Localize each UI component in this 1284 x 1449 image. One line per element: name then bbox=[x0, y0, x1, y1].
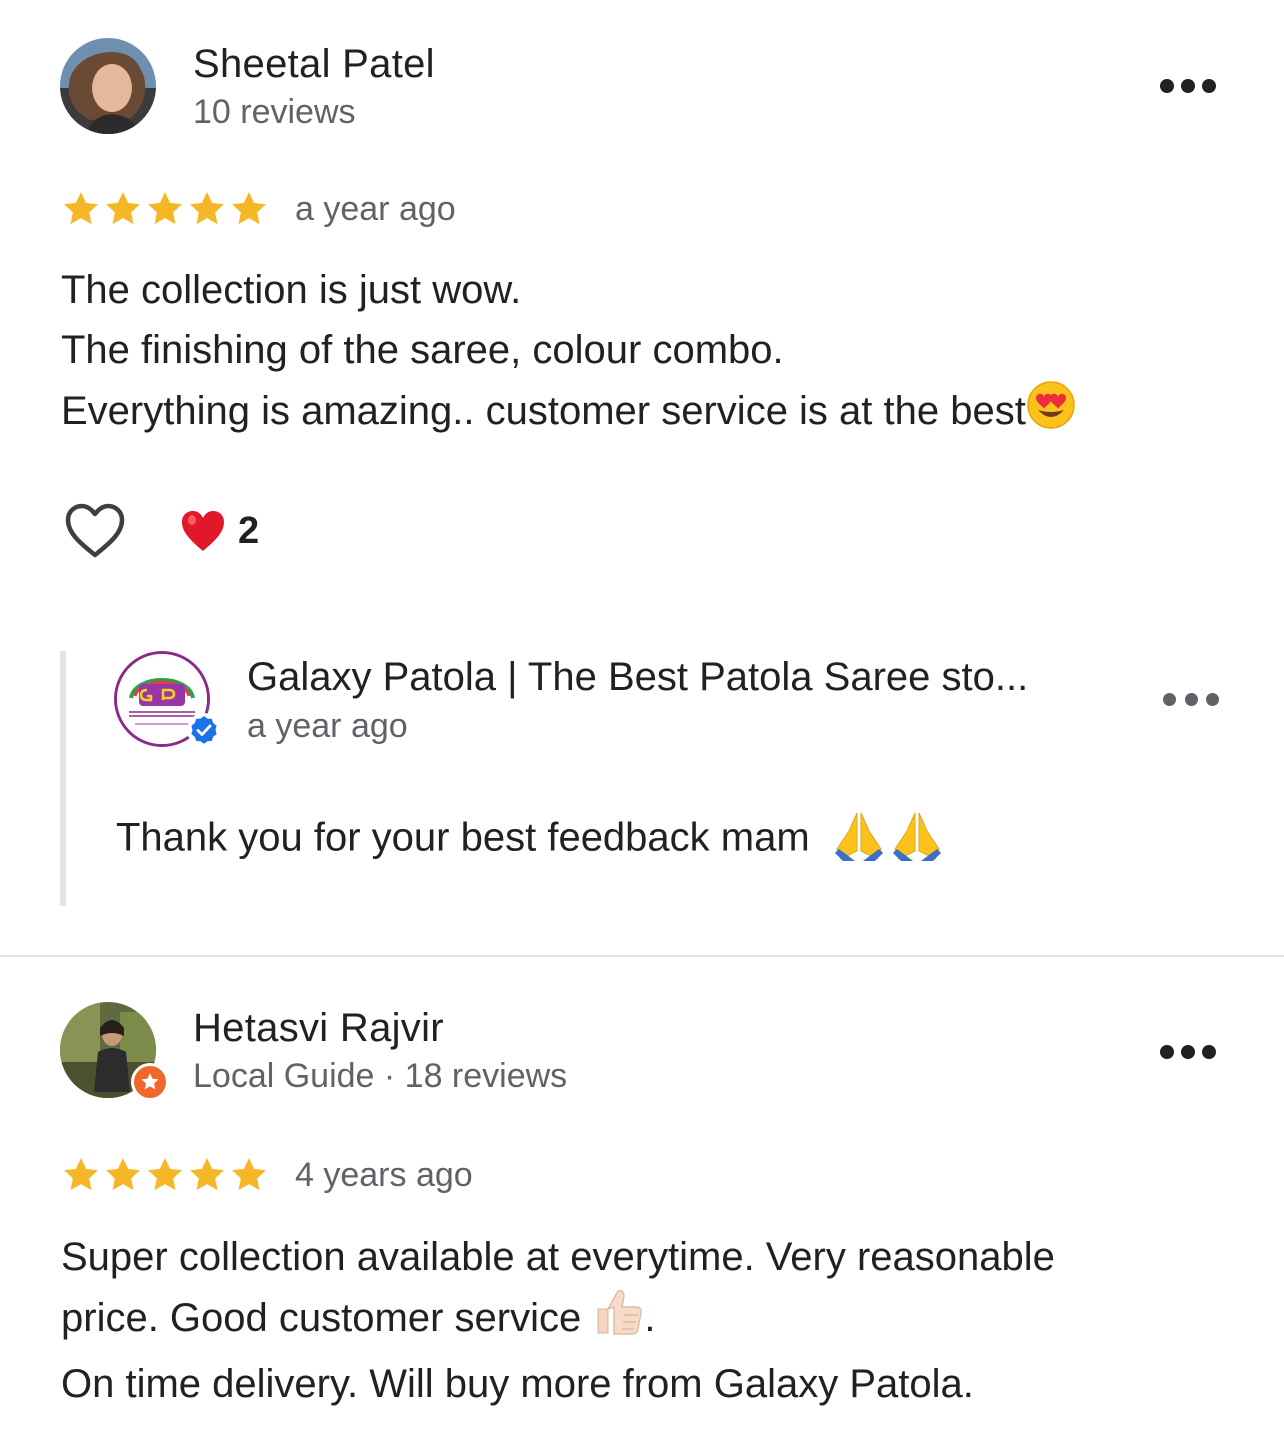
star-icon bbox=[144, 189, 186, 229]
review-line: Everything is amazing.. customer service… bbox=[61, 389, 1026, 434]
review-line: price. Good customer service bbox=[61, 1296, 582, 1341]
star-icon bbox=[60, 189, 102, 229]
reply-text: Thank you for your best feedback mam bbox=[116, 809, 947, 871]
reply-text-content: Thank you for your best feedback mam bbox=[116, 815, 810, 860]
local-guide-star-icon bbox=[141, 1073, 159, 1090]
more-horizontal-icon bbox=[1163, 692, 1176, 706]
like-button[interactable] bbox=[64, 502, 126, 560]
owner-name[interactable]: Galaxy Patola | The Best Patola Saree st… bbox=[247, 655, 1028, 700]
owner-reply: Galaxy Patola | The Best Patola Saree st… bbox=[60, 651, 1240, 906]
star-icon bbox=[102, 189, 144, 229]
star-icon bbox=[60, 1155, 102, 1195]
more-horizontal-icon bbox=[1160, 1045, 1174, 1059]
folded-hands-emoji-icon bbox=[831, 809, 947, 871]
star-icon bbox=[228, 1155, 270, 1195]
review-time: 4 years ago bbox=[295, 1156, 473, 1194]
heart-eyes-emoji-icon bbox=[1026, 380, 1076, 447]
more-options-button[interactable] bbox=[1160, 76, 1216, 96]
review-card: Hetasvi Rajvir Local Guide · 18 reviews … bbox=[0, 957, 1284, 1449]
reaction-count: 2 bbox=[238, 509, 260, 552]
review-text: The collection is just wow. The finishin… bbox=[61, 260, 1241, 447]
reviewer-name[interactable]: Sheetal Patel bbox=[193, 42, 435, 87]
star-icon bbox=[186, 189, 228, 229]
red-heart-icon bbox=[182, 511, 224, 551]
review-line: The collection is just wow. bbox=[61, 268, 522, 312]
reply-time: a year ago bbox=[247, 707, 408, 745]
local-guide-badge bbox=[131, 1063, 169, 1101]
review-text: Super collection available at everytime.… bbox=[61, 1227, 1241, 1414]
verified-badge bbox=[187, 713, 221, 747]
star-rating bbox=[60, 1155, 270, 1195]
reply-indicator-bar bbox=[60, 651, 66, 906]
heart-outline-icon bbox=[65, 503, 125, 558]
reviewer-meta: Local Guide · 18 reviews bbox=[193, 1057, 568, 1095]
review-time: a year ago bbox=[295, 190, 456, 228]
avatar[interactable] bbox=[60, 38, 156, 134]
review-line: Super collection available at everytime.… bbox=[61, 1235, 1055, 1279]
more-options-button[interactable] bbox=[1160, 1042, 1216, 1062]
reply-more-options-button[interactable] bbox=[1163, 689, 1219, 709]
reviewer-meta: 10 reviews bbox=[193, 93, 356, 131]
review-card: Sheetal Patel 10 reviews a year ago The … bbox=[0, 0, 1284, 956]
star-icon bbox=[186, 1155, 228, 1195]
reaction-summary[interactable]: 2 bbox=[180, 508, 259, 554]
star-rating bbox=[60, 189, 270, 229]
review-line: On time delivery. Will buy more from Gal… bbox=[61, 1362, 974, 1406]
verified-check-icon bbox=[191, 716, 217, 744]
more-horizontal-icon bbox=[1160, 79, 1174, 93]
star-icon bbox=[102, 1155, 144, 1195]
reviewer-name[interactable]: Hetasvi Rajvir bbox=[193, 1006, 444, 1051]
thumbs-up-emoji-icon bbox=[592, 1287, 644, 1354]
review-line: The finishing of the saree, colour combo… bbox=[61, 328, 784, 372]
star-icon bbox=[228, 189, 270, 229]
star-icon bbox=[144, 1155, 186, 1195]
